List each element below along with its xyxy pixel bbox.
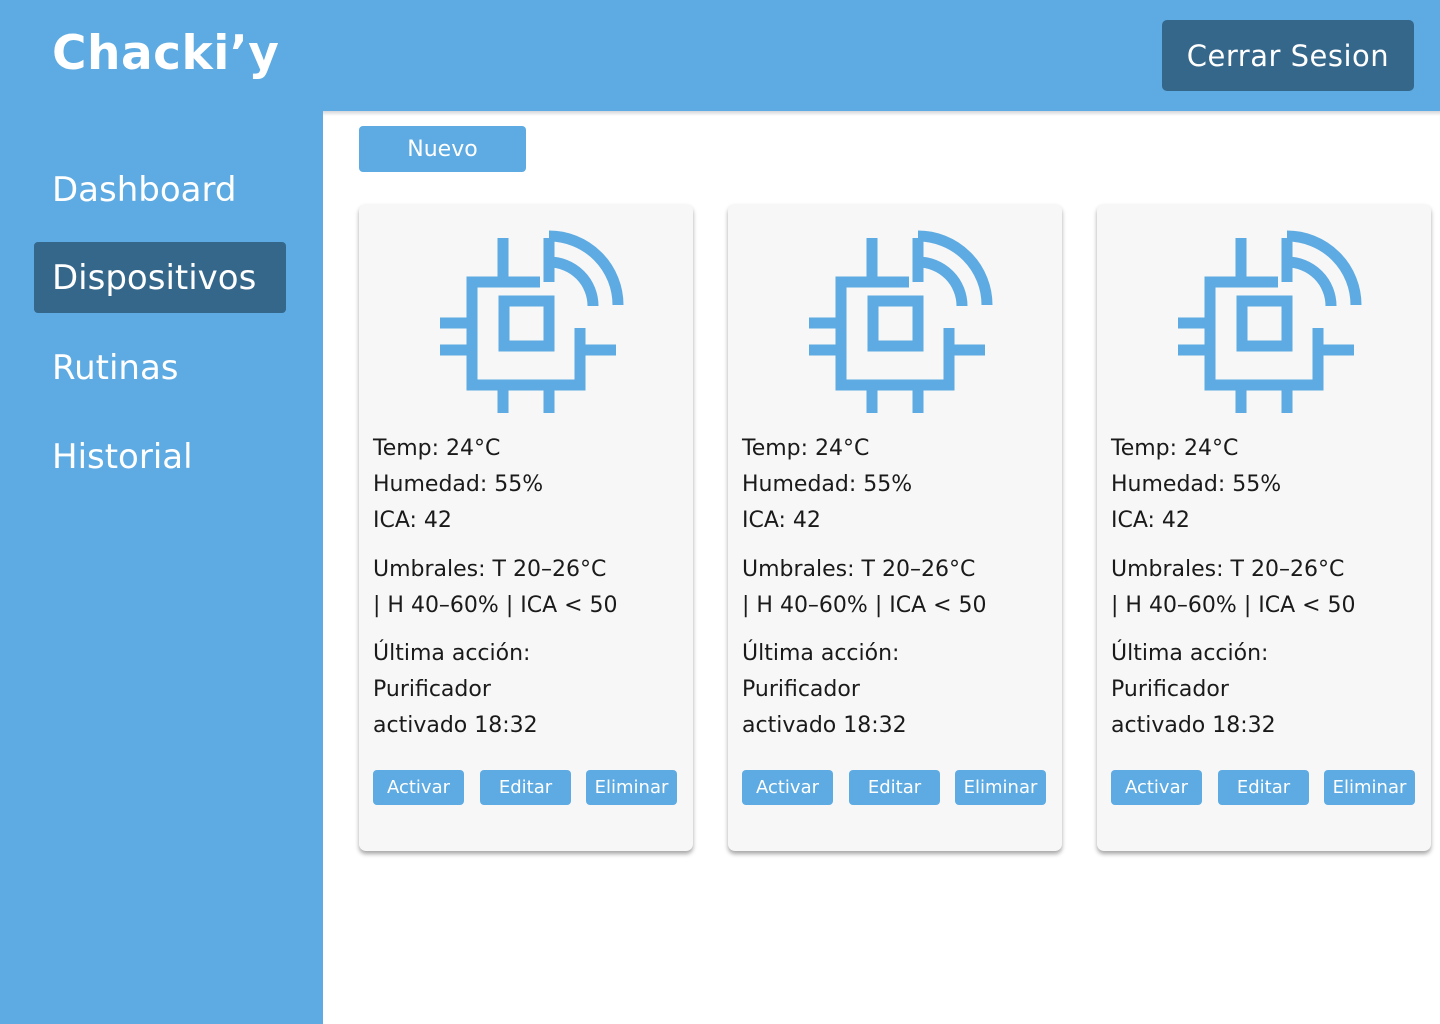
header-shadow [323, 111, 1440, 116]
thresholds-text: Umbrales: T 20–26°C [373, 557, 607, 582]
last-action-label: Última acción: [1111, 641, 1269, 666]
edit-button[interactable]: Editar [480, 770, 571, 805]
last-action-device: Purificador [742, 677, 860, 702]
device-card: Temp: 24°C Humedad: 55% ICA: 42 Umbrales… [728, 204, 1062, 851]
iot-chip-wireless-icon [440, 230, 624, 413]
thresholds-text-cont: | H 40–60% | ICA < 50 [1111, 593, 1356, 618]
humidity-text: Humedad: 55% [1111, 472, 1282, 497]
thresholds-text: Umbrales: T 20–26°C [742, 557, 976, 582]
new-device-button[interactable]: Nuevo [359, 126, 526, 172]
humidity-text: Humedad: 55% [373, 472, 544, 497]
ica-text: ICA: 42 [742, 508, 821, 533]
ica-text: ICA: 42 [373, 508, 452, 533]
temperature-text: Temp: 24°C [1111, 436, 1239, 461]
sidebar-item-dashboard[interactable]: Dashboard [34, 154, 286, 225]
thresholds-text: Umbrales: T 20–26°C [1111, 557, 1345, 582]
thresholds-text-cont: | H 40–60% | ICA < 50 [373, 593, 618, 618]
edit-button[interactable]: Editar [1218, 770, 1309, 805]
last-action-device: Purificador [373, 677, 491, 702]
device-card: Temp: 24°C Humedad: 55% ICA: 42 Umbrales… [359, 204, 693, 851]
iot-chip-wireless-icon [1178, 230, 1362, 413]
last-action-label: Última acción: [742, 641, 900, 666]
logout-button[interactable]: Cerrar Sesion [1162, 20, 1414, 91]
activate-button[interactable]: Activar [1111, 770, 1202, 805]
activate-button[interactable]: Activar [373, 770, 464, 805]
last-action-device: Purificador [1111, 677, 1229, 702]
temperature-text: Temp: 24°C [373, 436, 501, 461]
delete-button[interactable]: Eliminar [1324, 770, 1415, 805]
sidebar-item-historial[interactable]: Historial [34, 421, 286, 492]
thresholds-text-cont: | H 40–60% | ICA < 50 [742, 593, 987, 618]
last-action-label: Última acción: [373, 641, 531, 666]
last-action-time: activado 18:32 [742, 713, 907, 738]
last-action-time: activado 18:32 [1111, 713, 1276, 738]
activate-button[interactable]: Activar [742, 770, 833, 805]
edit-button[interactable]: Editar [849, 770, 940, 805]
delete-button[interactable]: Eliminar [955, 770, 1046, 805]
sidebar-item-dispositivos[interactable]: Dispositivos [34, 242, 286, 313]
temperature-text: Temp: 24°C [742, 436, 870, 461]
device-card: Temp: 24°C Humedad: 55% ICA: 42 Umbrales… [1097, 204, 1431, 851]
ica-text: ICA: 42 [1111, 508, 1190, 533]
last-action-time: activado 18:32 [373, 713, 538, 738]
delete-button[interactable]: Eliminar [586, 770, 677, 805]
app-logo: Chacki’y [52, 26, 280, 81]
sidebar-item-rutinas[interactable]: Rutinas [34, 332, 286, 403]
humidity-text: Humedad: 55% [742, 472, 913, 497]
iot-chip-wireless-icon [809, 230, 993, 413]
